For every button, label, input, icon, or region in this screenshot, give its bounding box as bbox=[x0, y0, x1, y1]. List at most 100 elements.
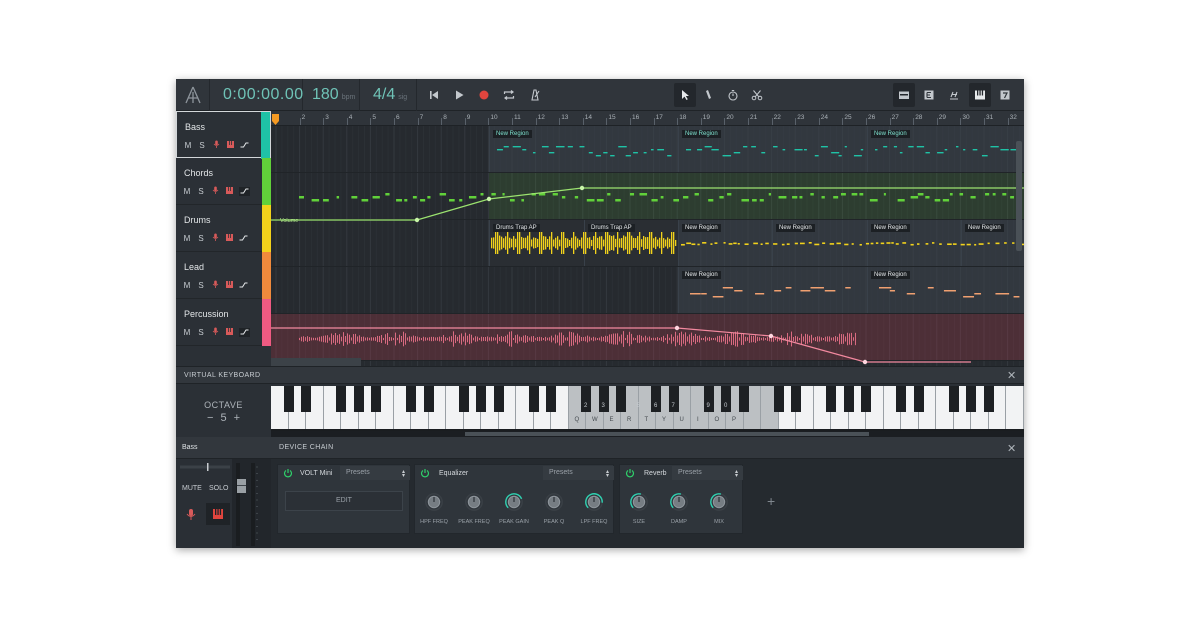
note[interactable] bbox=[733, 152, 741, 154]
note[interactable] bbox=[412, 196, 417, 199]
editor-view-button[interactable] bbox=[918, 83, 940, 107]
note[interactable] bbox=[719, 196, 724, 199]
note[interactable] bbox=[610, 155, 615, 157]
note[interactable] bbox=[785, 287, 792, 289]
black-key[interactable] bbox=[353, 386, 364, 412]
knob[interactable] bbox=[425, 493, 443, 511]
note[interactable] bbox=[752, 199, 757, 202]
close-device-chain-icon[interactable]: ✕ bbox=[1007, 442, 1016, 455]
automation-point[interactable] bbox=[414, 217, 420, 223]
microphone-icon[interactable] bbox=[212, 140, 220, 150]
note[interactable] bbox=[596, 199, 604, 202]
drum-hit[interactable] bbox=[995, 242, 1000, 245]
black-key[interactable] bbox=[476, 386, 486, 412]
preset-dropdown[interactable]: Presets ▴ ▾ bbox=[672, 466, 743, 480]
note[interactable] bbox=[311, 199, 320, 202]
note[interactable] bbox=[607, 193, 611, 196]
arrangement-area[interactable]: New Region New Region New Region Drums T… bbox=[271, 126, 1024, 366]
note[interactable] bbox=[734, 290, 743, 292]
loop-button[interactable] bbox=[497, 79, 521, 111]
bpm-display[interactable]: 180 bpm bbox=[304, 79, 360, 111]
note[interactable] bbox=[949, 193, 953, 196]
record-arm-icon[interactable] bbox=[184, 507, 198, 521]
note[interactable] bbox=[974, 293, 982, 295]
note[interactable] bbox=[509, 199, 515, 202]
drum-hit[interactable] bbox=[794, 242, 798, 245]
mute-button[interactable]: M bbox=[183, 187, 191, 196]
note[interactable] bbox=[755, 293, 765, 295]
note[interactable] bbox=[804, 149, 807, 151]
note[interactable] bbox=[778, 196, 787, 199]
keyboard-scrollbar-thumb[interactable] bbox=[465, 432, 869, 436]
note[interactable] bbox=[893, 146, 898, 148]
drum-hit[interactable] bbox=[865, 242, 870, 245]
note[interactable] bbox=[618, 146, 627, 148]
drum-hit[interactable] bbox=[974, 243, 977, 246]
note[interactable] bbox=[351, 196, 358, 199]
note[interactable] bbox=[449, 199, 455, 202]
note[interactable] bbox=[800, 290, 811, 292]
note[interactable] bbox=[299, 196, 304, 199]
solo-button[interactable]: S bbox=[197, 187, 205, 196]
note[interactable] bbox=[701, 293, 707, 295]
drum-hit[interactable] bbox=[710, 243, 713, 245]
timeline-ruler[interactable]: 2 3 4 5 6 7 8 9 10 11 12 13 14 15 16 17 18 19 20 21 22 23 24 25… bbox=[271, 111, 1024, 126]
pointer-tool-button[interactable] bbox=[674, 83, 696, 107]
black-key[interactable] bbox=[738, 386, 749, 412]
note[interactable] bbox=[708, 199, 714, 202]
note[interactable] bbox=[459, 199, 463, 202]
drum-hit[interactable] bbox=[844, 243, 849, 246]
note[interactable] bbox=[799, 196, 803, 199]
scissors-tool-button[interactable] bbox=[746, 83, 768, 107]
note[interactable] bbox=[639, 193, 648, 196]
track-header-drums[interactable]: Drums M S bbox=[176, 205, 271, 252]
power-icon[interactable] bbox=[420, 468, 430, 478]
time-display[interactable]: 0:00:00.00 bbox=[211, 79, 303, 111]
note[interactable] bbox=[782, 149, 786, 151]
automation-icon[interactable] bbox=[240, 141, 249, 150]
drum-hit[interactable] bbox=[925, 243, 929, 245]
piano-icon[interactable] bbox=[225, 327, 233, 337]
drum-hit[interactable] bbox=[895, 243, 899, 245]
white-key[interactable] bbox=[1006, 386, 1024, 429]
note[interactable] bbox=[768, 193, 772, 196]
black-key[interactable] bbox=[791, 386, 801, 412]
note[interactable] bbox=[916, 146, 925, 148]
drum-hit[interactable] bbox=[966, 243, 971, 246]
edit-button[interactable]: EDIT bbox=[285, 491, 403, 511]
note[interactable] bbox=[586, 199, 595, 202]
note[interactable] bbox=[824, 290, 836, 292]
black-key[interactable] bbox=[458, 386, 469, 412]
note[interactable] bbox=[555, 146, 565, 148]
note[interactable] bbox=[727, 193, 732, 196]
knob[interactable] bbox=[585, 493, 603, 511]
note[interactable] bbox=[532, 152, 536, 154]
drum-hit[interactable] bbox=[931, 242, 935, 244]
octave-down-button[interactable]: − bbox=[207, 412, 213, 424]
drum-hit[interactable] bbox=[891, 242, 894, 244]
drum-hit[interactable] bbox=[1012, 242, 1015, 244]
power-icon[interactable] bbox=[625, 468, 635, 478]
note[interactable] bbox=[512, 146, 521, 148]
black-key[interactable] bbox=[948, 386, 959, 412]
note[interactable] bbox=[899, 152, 903, 154]
note[interactable] bbox=[603, 152, 608, 154]
note[interactable] bbox=[879, 287, 892, 289]
playhead-icon[interactable] bbox=[272, 114, 280, 126]
note[interactable] bbox=[615, 199, 621, 202]
automation-point[interactable] bbox=[862, 359, 868, 365]
preset-dropdown[interactable]: Presets ▴ ▾ bbox=[340, 466, 410, 480]
note[interactable] bbox=[859, 193, 864, 196]
note[interactable] bbox=[404, 199, 408, 202]
black-key[interactable] bbox=[983, 386, 994, 412]
note[interactable] bbox=[427, 196, 431, 199]
black-key[interactable] bbox=[773, 386, 784, 412]
knob[interactable] bbox=[630, 493, 648, 511]
automation-point[interactable] bbox=[768, 333, 774, 339]
browser-view-button[interactable] bbox=[893, 83, 915, 107]
black-key[interactable] bbox=[301, 386, 311, 412]
piano-icon[interactable] bbox=[225, 186, 233, 196]
drum-hit[interactable] bbox=[781, 243, 785, 246]
note[interactable] bbox=[372, 196, 380, 199]
automation-point[interactable] bbox=[579, 185, 585, 191]
